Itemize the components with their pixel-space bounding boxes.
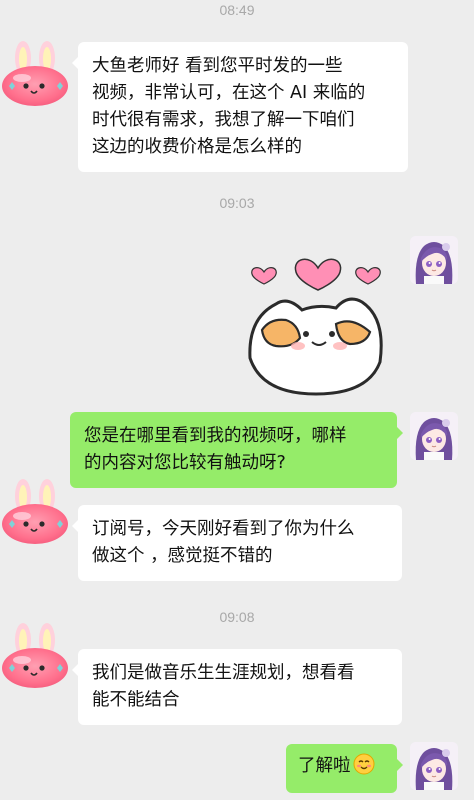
message-bubble-contact[interactable]: 我们是做音乐生生涯规划，想看看 能不能结合: [72, 649, 402, 725]
contact-avatar[interactable]: [0, 476, 70, 546]
heart-icon: [251, 267, 277, 285]
message-bubble-me[interactable]: 了解啦: [286, 744, 403, 793]
message-bubble-contact[interactable]: 订阅号，今天刚好看到了你为什么 做这个 ，感觉挺不错的: [72, 505, 402, 581]
contact-avatar[interactable]: [0, 38, 70, 108]
my-avatar[interactable]: [410, 236, 458, 284]
message-line: 时代很有需求，我想了解一下咱们: [92, 110, 355, 130]
timestamp: 09:08: [219, 609, 255, 625]
timestamp: 08:49: [219, 2, 255, 18]
message-line: 视频，非常认可，在这个 AI 来临的: [92, 83, 366, 103]
message-line: 这边的收费价格是怎么样的: [92, 137, 302, 157]
cat-hearts-sticker[interactable]: [240, 238, 395, 398]
message-line: 大鱼老师好 看到您平时发的一些: [92, 56, 343, 76]
message-line: 做这个 ，感觉挺不错的: [92, 546, 273, 566]
message-line: 您是在哪里看到我的视频呀，哪样: [84, 426, 347, 446]
contact-avatar[interactable]: [0, 620, 70, 690]
message-text: 了解啦: [298, 756, 351, 776]
heart-icon: [294, 258, 342, 291]
blush-smile-emoji-icon: [353, 753, 375, 784]
message-line: 订阅号，今天刚好看到了你为什么: [92, 519, 355, 539]
message-line: 我们是做音乐生生涯规划，想看看: [92, 663, 355, 683]
message-line: 能不能结合: [92, 690, 180, 710]
message-bubble-contact[interactable]: 大鱼老师好 看到您平时发的一些 视频，非常认可，在这个 AI 来临的 时代很有需…: [72, 42, 408, 172]
my-avatar[interactable]: [410, 412, 458, 460]
message-line: 的内容对您比较有触动呀?: [84, 453, 286, 473]
message-bubble-me[interactable]: 您是在哪里看到我的视频呀，哪样 的内容对您比较有触动呀?: [70, 412, 403, 488]
heart-icon: [355, 267, 381, 285]
timestamp: 09:03: [219, 195, 255, 211]
my-avatar[interactable]: [410, 742, 458, 790]
